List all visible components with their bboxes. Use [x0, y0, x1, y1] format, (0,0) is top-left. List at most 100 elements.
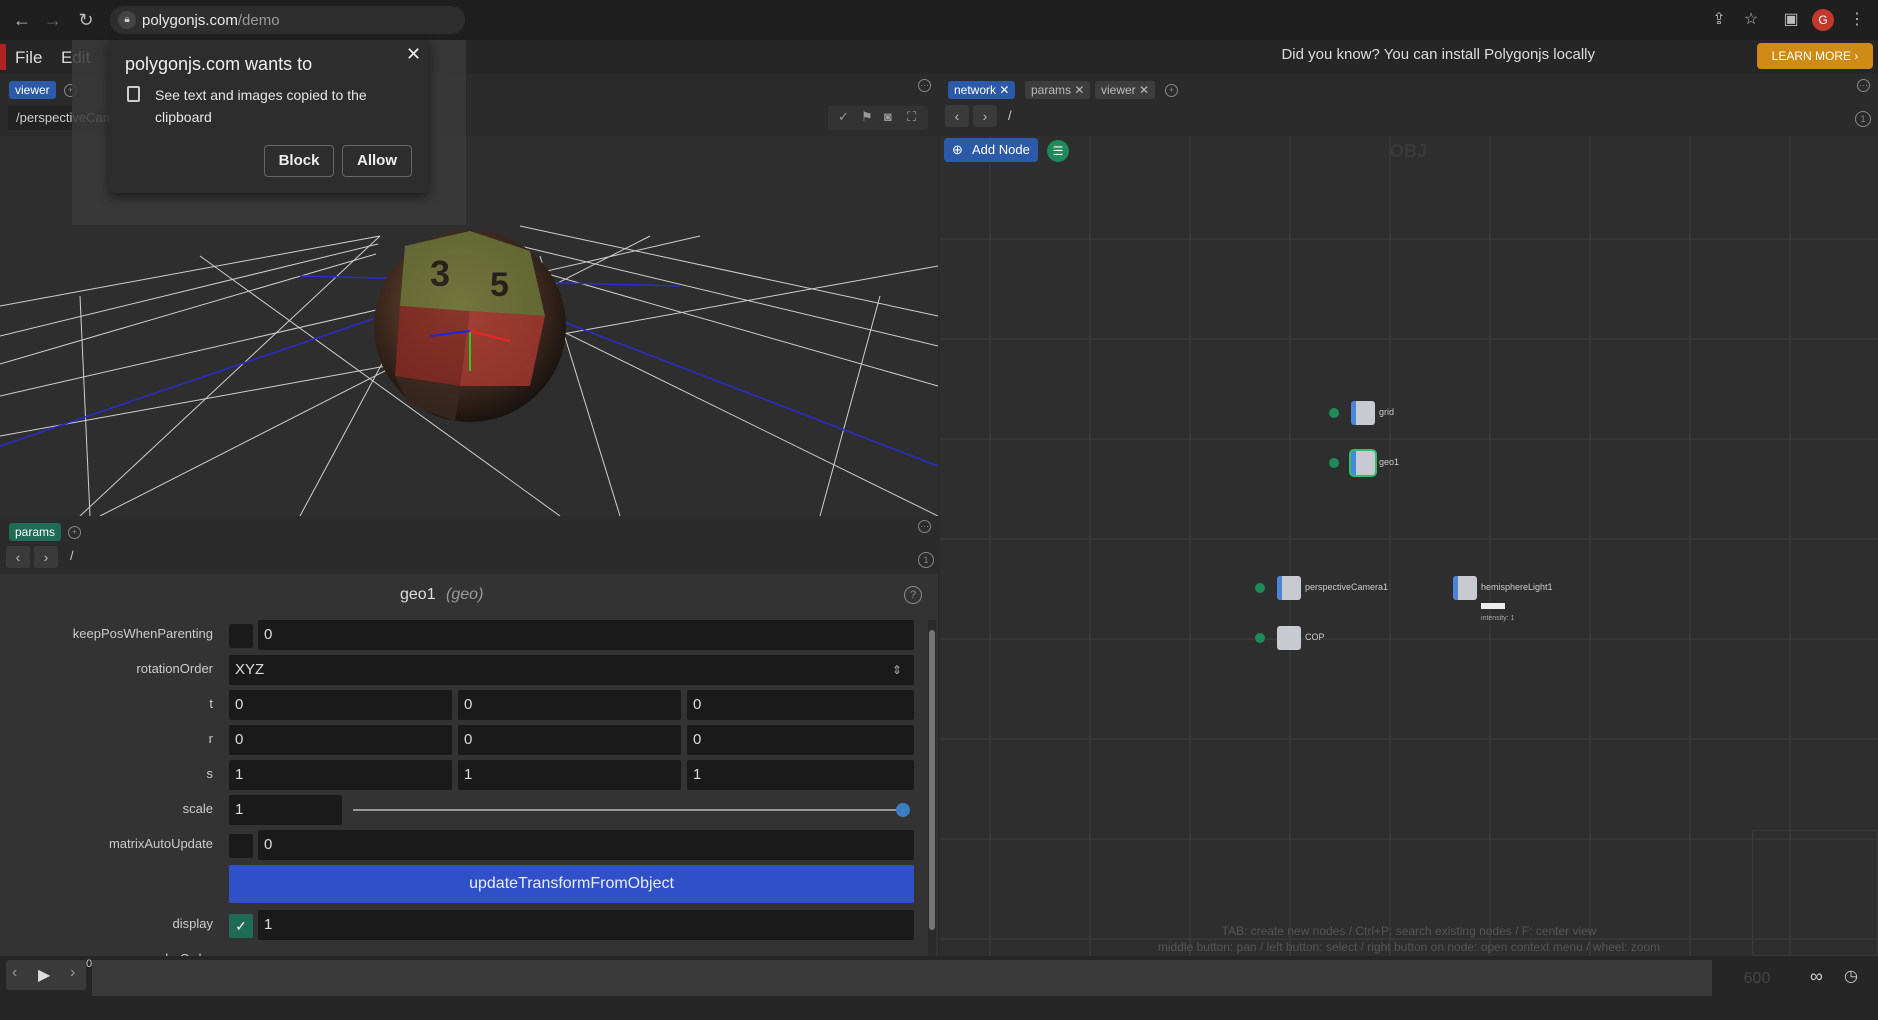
r-z-field[interactable]: 0	[687, 725, 914, 755]
node-type: (geo)	[446, 586, 484, 603]
t-z-field[interactable]: 0	[687, 690, 914, 720]
svg-text:3: 3	[430, 253, 450, 294]
learn-more-button[interactable]: LEARN MORE ›	[1757, 43, 1873, 69]
fullscreen-icon[interactable]: ⛶	[907, 109, 916, 125]
address-bar[interactable]: 🔒︎ polygonjs.com/demo	[110, 6, 465, 34]
tab-params[interactable]: params ✕	[1025, 81, 1091, 99]
share-icon[interactable]: ⇪	[1708, 9, 1730, 31]
tab-params-label: params	[1031, 83, 1072, 97]
panel-options-icon[interactable]: ⋯	[1857, 79, 1870, 92]
back-button[interactable]: ‹	[945, 105, 969, 127]
s-x-field[interactable]: 1	[229, 760, 452, 790]
close-icon[interactable]: ✕	[1074, 83, 1084, 97]
url-host: polygonjs.com	[142, 12, 238, 29]
info-icon[interactable]: 1	[1855, 111, 1871, 127]
s-y-field[interactable]: 1	[458, 760, 681, 790]
list-icon[interactable]: ☰	[1047, 140, 1069, 162]
close-icon[interactable]: ✕	[1139, 83, 1149, 97]
node-cop-box[interactable]	[1277, 626, 1301, 650]
r-y-field[interactable]: 0	[458, 725, 681, 755]
network-path: /	[1008, 108, 1012, 123]
block-button[interactable]: Block	[264, 145, 334, 177]
help-icon[interactable]: ?	[904, 586, 922, 604]
params-scrollbar[interactable]	[928, 620, 936, 956]
bookmark-star-icon[interactable]: ☆	[1740, 9, 1762, 31]
step-back-icon[interactable]: ‹	[12, 964, 17, 982]
rotationOrder-value: XYZ	[235, 661, 265, 678]
scale-slider-track[interactable]	[353, 809, 903, 811]
node-grid-label: grid	[1379, 407, 1395, 417]
timeline-track[interactable]	[92, 960, 1712, 996]
menu-file[interactable]: File	[15, 48, 42, 68]
label-keepPosWhenParenting: keepPosWhenParenting	[72, 626, 213, 641]
display-flag-icon[interactable]	[1255, 633, 1265, 643]
clock-icon[interactable]: ◷	[1844, 966, 1858, 986]
node-geo1-box[interactable]	[1351, 451, 1375, 475]
label-s: s	[206, 766, 214, 781]
label-matrixAutoUpdate: matrixAutoUpdate	[108, 836, 213, 851]
viewer-toolbar: ✓ ⚑ ◙ ⛶	[828, 106, 928, 130]
flag-icon[interactable]: ⚑	[861, 109, 873, 125]
svg-text:5: 5	[490, 266, 509, 304]
forward-button[interactable]: ›	[973, 105, 997, 127]
t-y-field[interactable]: 0	[458, 690, 681, 720]
avatar[interactable]: G	[1812, 9, 1834, 31]
forward-button[interactable]: ›	[34, 546, 58, 568]
scale-slider-handle[interactable]	[896, 803, 910, 817]
panel-options-icon[interactable]: ⋯	[918, 520, 931, 533]
play-icon[interactable]: ▶	[38, 965, 50, 985]
node-grid-box[interactable]	[1351, 401, 1375, 425]
more-menu-icon[interactable]: ⋮	[1846, 9, 1868, 31]
tab-params[interactable]: params	[9, 523, 62, 541]
t-x-field[interactable]: 0	[229, 690, 452, 720]
side-panel-icon[interactable]: ▣	[1780, 9, 1802, 31]
close-icon[interactable]: ✕	[406, 44, 421, 65]
s-z-field[interactable]: 1	[687, 760, 914, 790]
check-icon[interactable]: ✓	[838, 109, 849, 125]
allow-button[interactable]: Allow	[342, 145, 412, 177]
browser-toolbar: ← → ↻ 🔒︎ polygonjs.com/demo ⇪ ☆ ▣ G ⋮	[0, 0, 1878, 40]
display-field[interactable]: 1	[258, 910, 914, 940]
node-title: geo1 (geo)	[400, 586, 483, 604]
scale-field[interactable]: 1	[229, 795, 342, 825]
r-x-field[interactable]: 0	[229, 725, 452, 755]
network-minimap[interactable]	[1752, 830, 1878, 956]
tab-viewer[interactable]: viewer ✕	[1095, 81, 1156, 99]
display-flag-icon[interactable]	[1329, 458, 1339, 468]
brand-strip	[0, 44, 6, 70]
forward-icon[interactable]: →	[41, 8, 65, 32]
loop-icon[interactable]: ∞	[1810, 966, 1823, 987]
lock-icon[interactable]: 🔒︎	[118, 11, 136, 29]
rotationOrder-select[interactable]: XYZ ⇕	[229, 655, 914, 685]
chevron-updown-icon: ⇕	[891, 663, 902, 677]
panel-options-icon[interactable]: ⋯	[918, 79, 931, 92]
tab-viewer[interactable]: viewer	[9, 81, 56, 99]
update-transform-button[interactable]: updateTransformFromObject	[229, 865, 914, 903]
keepPosWhenParenting-checkbox[interactable]	[229, 624, 253, 648]
step-forward-icon[interactable]: ›	[70, 964, 75, 982]
context-label: OBJ	[1390, 141, 1428, 161]
back-icon[interactable]: ←	[10, 8, 34, 32]
reload-icon[interactable]: ↻	[74, 8, 98, 32]
add-tab-icon[interactable]: +	[1165, 84, 1178, 97]
add-tab-icon[interactable]: +	[68, 526, 81, 539]
network-editor[interactable]: ⊕ Add Node ☰ OBJ grid geo1 perspectiveCam…	[940, 136, 1878, 956]
info-icon[interactable]: 1	[918, 552, 934, 568]
camera-icon[interactable]: ◙	[884, 109, 892, 124]
add-node-button[interactable]: ⊕ Add Node	[944, 138, 1038, 162]
display-flag-icon[interactable]	[1255, 583, 1265, 593]
network-grid	[940, 136, 1878, 956]
end-frame-field[interactable]: 600	[1722, 966, 1792, 992]
node-light-box[interactable]	[1453, 576, 1477, 600]
matrixAutoUpdate-field[interactable]: 0	[258, 830, 914, 860]
display-flag-icon[interactable]	[1329, 408, 1339, 418]
params-scrollbar-thumb[interactable]	[929, 630, 935, 930]
node-camera-box[interactable]	[1277, 576, 1301, 600]
keepPosWhenParenting-field[interactable]: 0	[258, 620, 914, 650]
tab-network[interactable]: network ✕	[948, 81, 1016, 99]
display-checkbox[interactable]: ✓	[229, 914, 253, 938]
matrixAutoUpdate-checkbox[interactable]	[229, 834, 253, 858]
close-icon[interactable]: ✕	[999, 83, 1009, 97]
back-button[interactable]: ‹	[6, 546, 30, 568]
add-node-label: Add Node	[972, 142, 1030, 157]
